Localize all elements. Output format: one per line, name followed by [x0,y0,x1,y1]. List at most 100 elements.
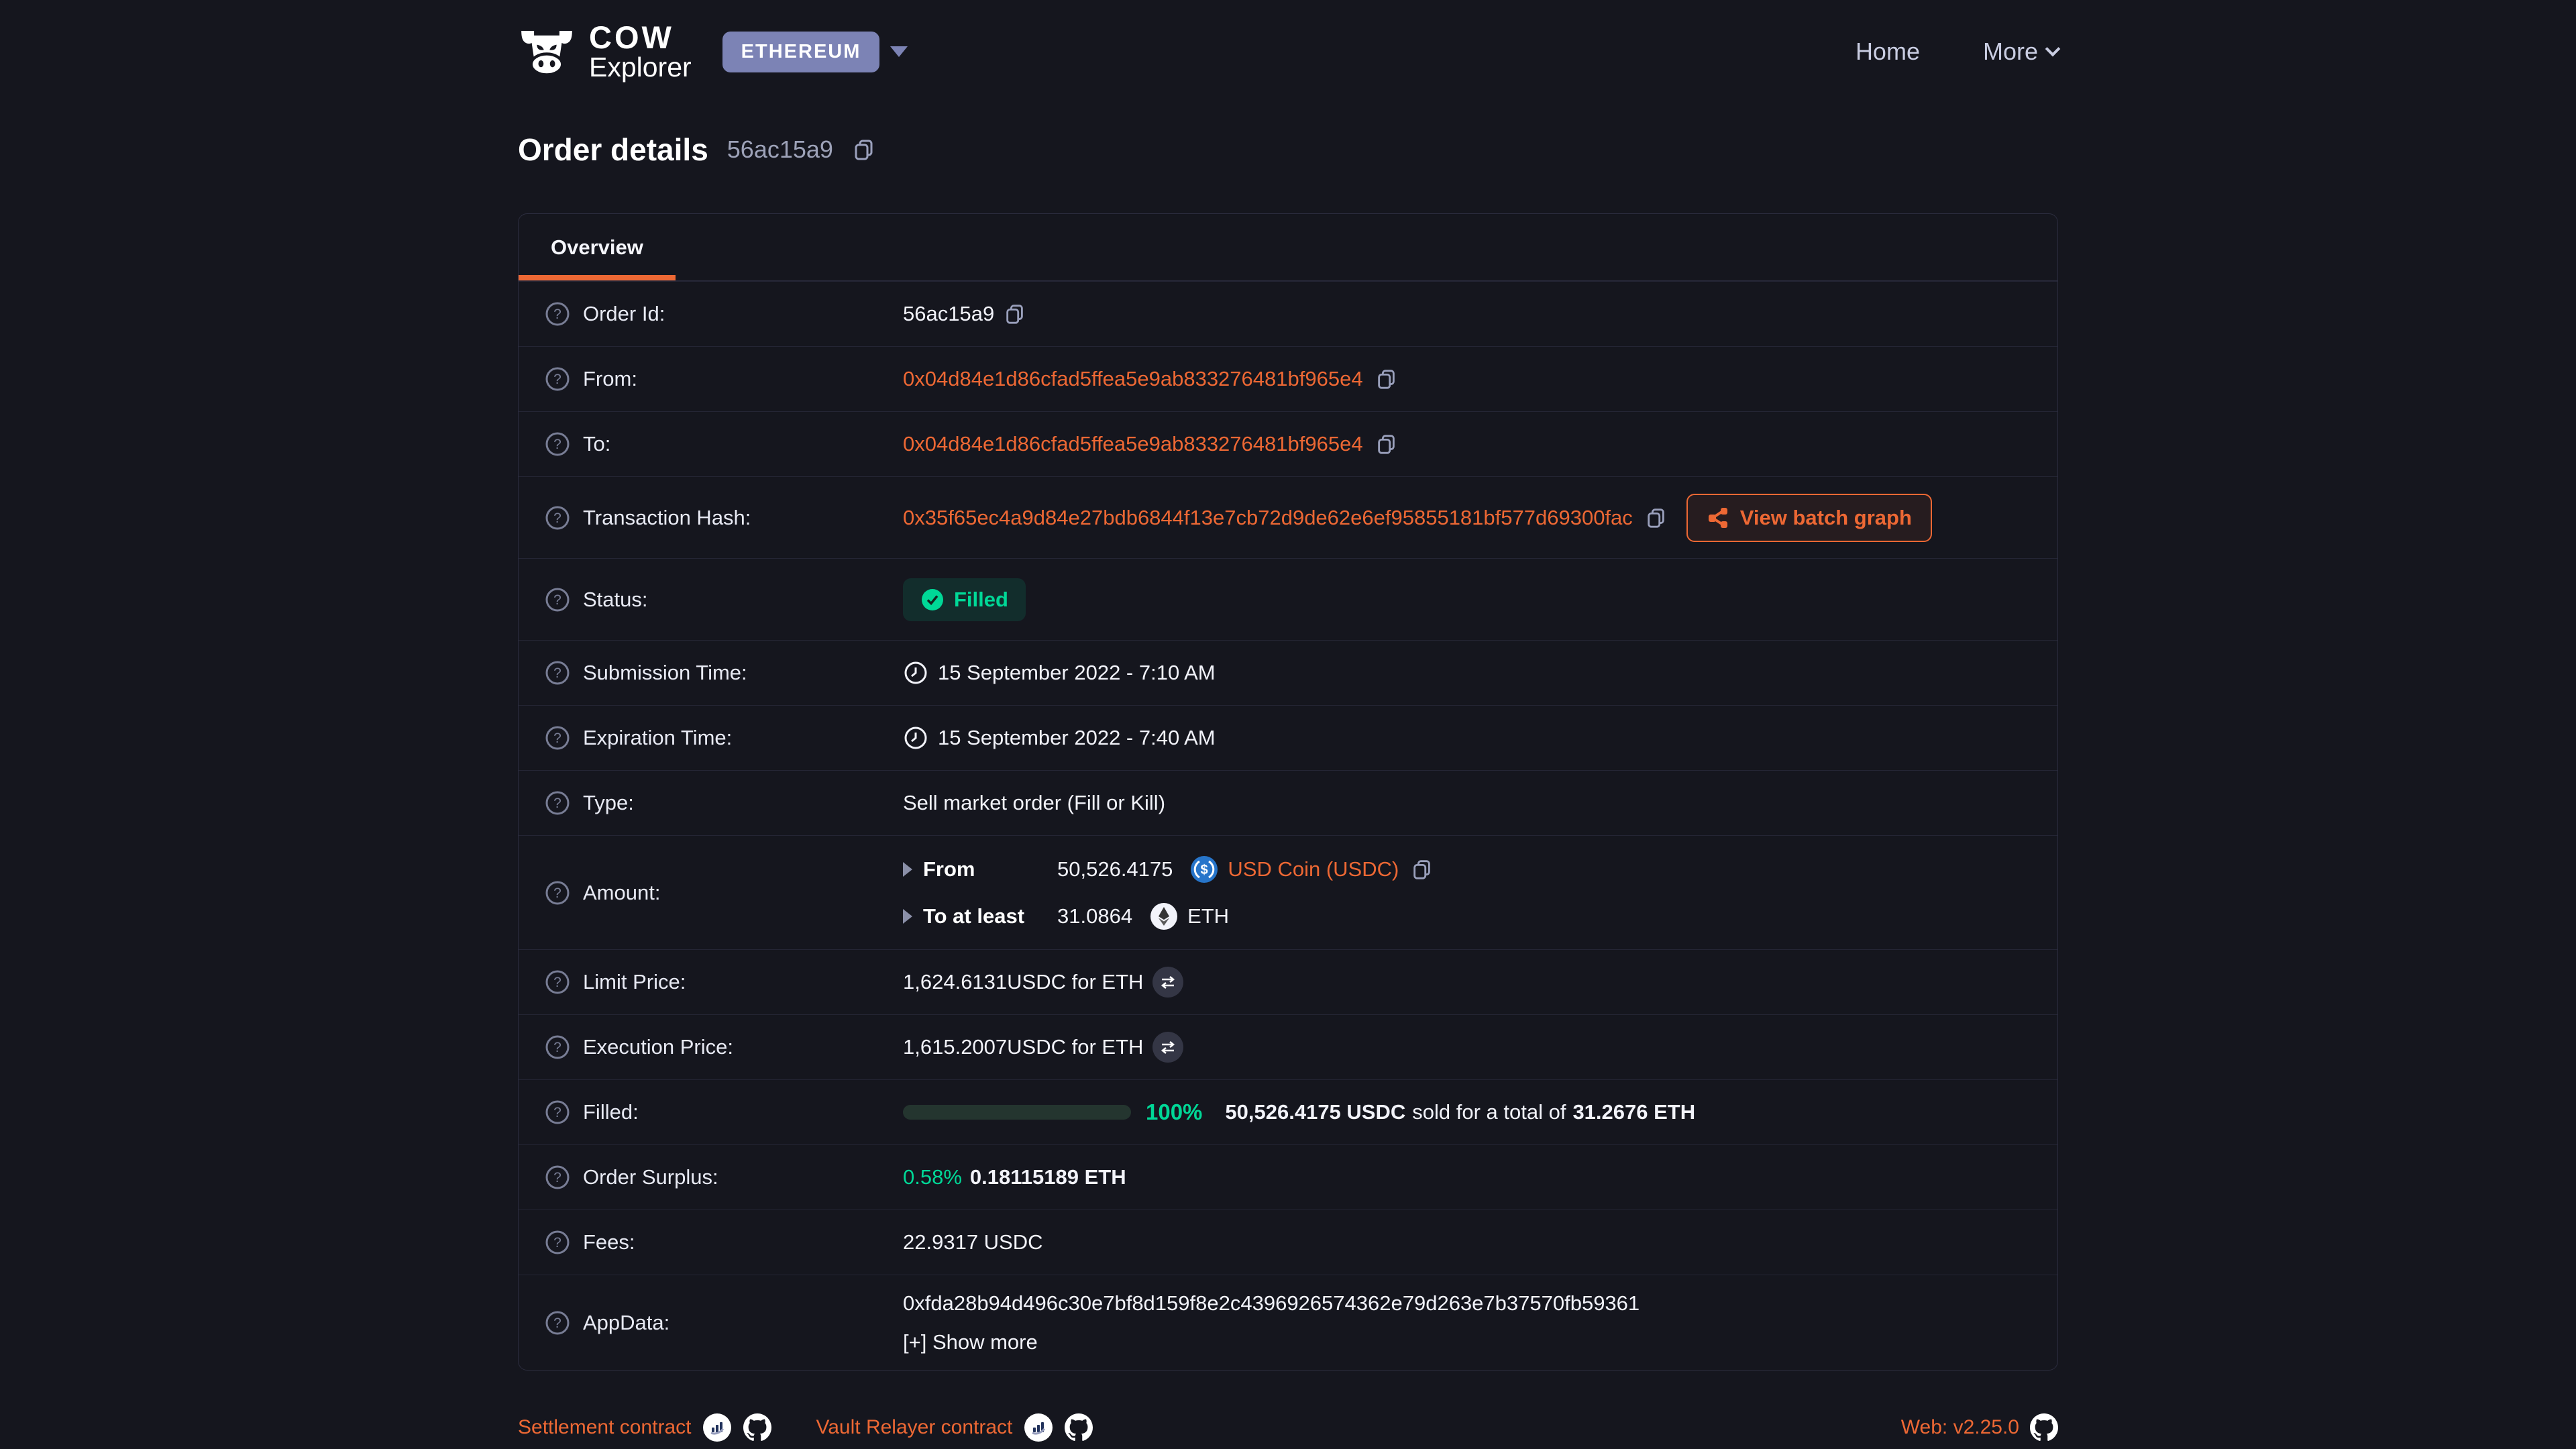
svg-text:?: ? [553,731,561,746]
cow-head-icon [518,23,576,80]
help-icon[interactable]: ? [544,586,571,613]
row-label-text: Amount: [583,881,660,905]
fees-value: 22.9317 USDC [903,1230,1043,1254]
top-bar: COW Explorer ETHEREUM Home More [518,0,2058,80]
tab-bar: Overview [519,214,2057,281]
row-amount: ? Amount: From 50,526.4175 $ USD Coin (U… [519,835,2057,949]
help-icon[interactable]: ? [544,659,571,686]
vault-relayer-contract-link[interactable]: Vault Relayer contract [816,1416,1012,1439]
row-label-text: Submission Time: [583,661,747,685]
order-details-card: Overview ? Order Id: 56ac15a9 ? From: 0x… [518,213,2058,1371]
settlement-contract-link[interactable]: Settlement contract [518,1416,691,1439]
copy-icon[interactable] [1411,858,1434,881]
row-label-text: Filled: [583,1100,639,1124]
svg-text:?: ? [553,665,561,681]
tab-overview[interactable]: Overview [519,214,676,280]
row-label-text: Fees: [583,1230,635,1254]
page-header: Order details 56ac15a9 [518,131,2058,168]
help-icon[interactable]: ? [544,301,571,327]
svg-text:?: ? [553,592,561,608]
filled-middle-text: sold for a total of [1412,1100,1566,1124]
help-icon[interactable]: ? [544,431,571,458]
status-badge: Filled [903,578,1026,621]
github-icon[interactable] [2030,1413,2058,1442]
check-circle-icon [920,588,945,612]
appdata-show-more[interactable]: [+] Show more [903,1330,1038,1354]
help-icon[interactable]: ? [544,879,571,906]
row-label-text: Execution Price: [583,1035,733,1059]
copy-icon[interactable] [1375,433,1398,455]
etherscan-icon[interactable] [1024,1413,1053,1442]
execution-price-unit: USDC for ETH [1007,1035,1143,1059]
order-uid-short: 56ac15a9 [727,136,833,164]
copy-icon[interactable] [1004,303,1026,325]
cow-explorer-logo[interactable]: COW Explorer [518,21,692,82]
triangle-right-icon [903,909,912,924]
row-label-text: Order Id: [583,302,665,326]
svg-text:?: ? [553,1170,561,1185]
surplus-percentage: 0.58% [903,1165,962,1189]
help-icon[interactable]: ? [544,366,571,392]
github-icon[interactable] [743,1413,771,1442]
network-badge[interactable]: ETHEREUM [722,32,880,72]
help-icon[interactable]: ? [544,790,571,816]
page-title: Order details [518,131,708,168]
svg-text:?: ? [553,796,561,811]
batch-graph-icon [1707,506,1729,529]
row-limit-price: ? Limit Price: 1,624.6131 USDC for ETH [519,949,2057,1014]
triangle-right-icon [903,862,912,877]
from-address-link[interactable]: 0x04d84e1d86cfad5ffea5e9ab833276481bf965… [903,367,1363,391]
clock-icon [903,660,928,686]
web-version-link[interactable]: Web: v2.25.0 [1901,1416,2019,1439]
submission-time-value: 15 September 2022 - 7:10 AM [938,661,1216,685]
clock-icon [903,725,928,751]
row-order-id: ? Order Id: 56ac15a9 [519,281,2057,346]
help-icon[interactable]: ? [544,1099,571,1126]
copy-icon[interactable] [1375,368,1398,390]
github-icon[interactable] [1065,1413,1093,1442]
help-icon[interactable]: ? [544,969,571,996]
usdc-token-link[interactable]: USD Coin (USDC) [1228,857,1399,881]
help-icon[interactable]: ? [544,504,571,531]
amount-from-line: From 50,526.4175 $ USD Coin (USDC) [903,855,1434,883]
to-address-link[interactable]: 0x04d84e1d86cfad5ffea5e9ab833276481bf965… [903,432,1363,456]
limit-price-value: 1,624.6131 [903,970,1007,994]
surplus-amount: 0.18115189 ETH [970,1165,1126,1189]
invert-price-icon[interactable] [1152,1032,1183,1063]
amount-from-label: From [923,857,1057,881]
filled-percentage: 100% [1146,1099,1202,1125]
tx-hash-link[interactable]: 0x35f65ec4a9d84e27bdb6844f13e7cb72d9de62… [903,506,1633,530]
help-icon[interactable]: ? [544,1229,571,1256]
row-from: ? From: 0x04d84e1d86cfad5ffea5e9ab833276… [519,346,2057,411]
footer: Settlement contract Vault Relayer contra… [518,1413,2058,1449]
help-icon[interactable]: ? [544,1309,571,1336]
row-label-text: Expiration Time: [583,726,732,750]
row-submission-time: ? Submission Time: 15 September 2022 - 7… [519,640,2057,705]
svg-text:?: ? [553,1105,561,1120]
network-selector[interactable]: ETHEREUM [722,32,908,72]
etherscan-icon[interactable] [703,1413,731,1442]
row-order-surplus: ? Order Surplus: 0.58% 0.18115189 ETH [519,1144,2057,1210]
help-icon[interactable]: ? [544,1164,571,1191]
vault-relayer-group: Vault Relayer contract [816,1413,1093,1442]
filled-total-amount: 31.2676 ETH [1572,1100,1695,1124]
logo-title: COW [589,21,692,53]
invert-price-icon[interactable] [1152,967,1183,998]
svg-text:?: ? [553,437,561,452]
execution-price-value: 1,615.2007 [903,1035,1007,1059]
settlement-contract-group: Settlement contract [518,1413,771,1442]
logo-subtitle: Explorer [589,53,692,82]
svg-text:?: ? [553,372,561,387]
nav-more[interactable]: More [1983,38,2058,66]
nav-home[interactable]: Home [1856,38,1920,66]
row-appdata: ? AppData: 0xfda28b94d496c30e7bf8d159f8e… [519,1275,2057,1370]
help-icon[interactable]: ? [544,1034,571,1061]
row-label-text: From: [583,367,637,391]
copy-icon[interactable] [852,138,876,162]
svg-text:?: ? [553,1040,561,1055]
copy-icon[interactable] [1645,506,1668,529]
help-icon[interactable]: ? [544,724,571,751]
view-batch-graph-button[interactable]: View batch graph [1686,494,1932,542]
svg-text:?: ? [553,511,561,526]
row-fees: ? Fees: 22.9317 USDC [519,1210,2057,1275]
